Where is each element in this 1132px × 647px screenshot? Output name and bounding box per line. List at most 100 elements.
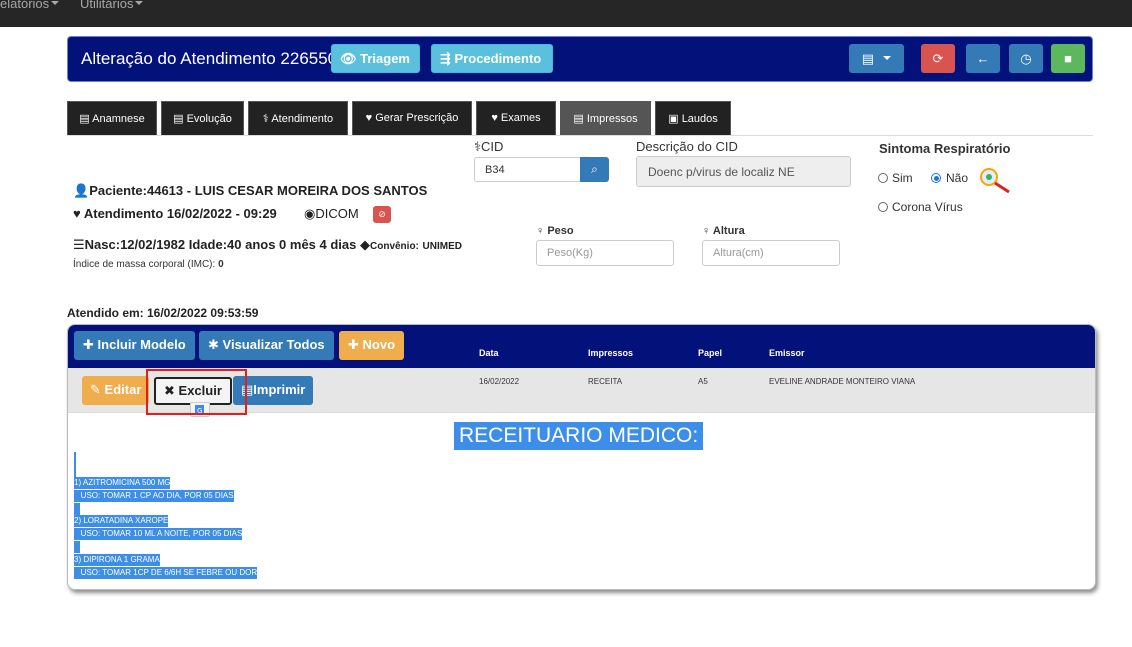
altura-label: Altura xyxy=(712,225,745,237)
list-alt-icon: ▤ xyxy=(173,113,184,125)
cell-emissor: EVELINE ANDRADE MONTEIRO VIANA xyxy=(769,377,916,386)
cid-input[interactable]: B34 xyxy=(474,157,581,182)
tab-evolucao-label: Evolução xyxy=(186,113,232,125)
altura-input[interactable]: Altura(cm) xyxy=(702,240,840,266)
tab-laudos-label: Laudos xyxy=(681,113,718,125)
dicom-remove-button[interactable]: ⊘ xyxy=(373,206,391,223)
refresh-button[interactable]: ⟳ xyxy=(921,44,955,73)
atendido-em: Atendido em: 16/02/2022 09:53:59 xyxy=(67,306,259,320)
dicom-link[interactable]: ◉DICOM xyxy=(304,206,359,222)
novo-label: Novo xyxy=(362,337,396,352)
cell-data: 16/02/2022 xyxy=(479,377,520,386)
visualizar-todos-label: Visualizar Todos xyxy=(222,337,325,352)
triagem-button[interactable]: 👁 Triagem xyxy=(331,44,420,73)
rx-item-1-name: 1) AZITROMICINA 500 MG xyxy=(74,477,171,489)
tab-anamnese-label: Anamnese xyxy=(92,113,145,125)
sintoma-sim-label: Sim xyxy=(892,171,913,185)
editar-button[interactable]: ✎ Editar xyxy=(82,376,150,405)
back-button[interactable]: ← xyxy=(966,44,1000,73)
cell-impressos: RECEITA xyxy=(588,377,623,386)
arrow-left-icon: ← xyxy=(976,51,990,66)
rx-item-3-uso: USO: TOMAR 1CP DE 6/6H SE FEBRE OU DOR xyxy=(74,567,258,579)
rx-item-2-name: 2) LORATADINA XAROPE xyxy=(74,515,169,527)
heart-icon: ♥ xyxy=(365,112,373,124)
desc-cid-label: Descrição do CID xyxy=(636,139,738,154)
sintoma-nao-radio[interactable] xyxy=(931,173,941,183)
procedimento-label: Procedimento xyxy=(454,51,542,66)
nav-utilitarios[interactable]: Utilitários xyxy=(80,0,144,11)
heartbeat-icon: ♥ xyxy=(491,112,498,124)
video-button[interactable]: ■ xyxy=(1051,44,1085,73)
tab-exames[interactable]: ♥ Exames xyxy=(476,101,556,135)
nav-relatorios[interactable]: elatórios xyxy=(0,0,60,11)
user-icon: 👤 xyxy=(73,183,90,198)
clock-icon: ◷ xyxy=(1020,51,1032,66)
altura-label-wrap: ♀ Altura xyxy=(702,225,745,237)
caret-down-icon xyxy=(135,1,144,5)
tab-atendimento[interactable]: ⚕ Atendimento xyxy=(248,101,348,135)
video-camera-icon: ■ xyxy=(1064,51,1072,66)
imc-value: 0 xyxy=(218,259,224,270)
imc-label: Índice de massa corporal (IMC): xyxy=(73,259,216,270)
sintoma-nao-label: Não xyxy=(946,171,969,185)
tab-anamnese[interactable]: ▤ Anamnese xyxy=(67,101,157,135)
triagem-label: Triagem xyxy=(360,51,410,66)
visualizar-todos-button[interactable]: ✱ Visualizar Todos xyxy=(199,331,334,360)
desc-cid-field: Doenc p/virus de localiz NE xyxy=(636,156,851,187)
caret-down-icon xyxy=(883,56,892,60)
tag-icon: ◆ xyxy=(360,237,370,252)
peso-label-wrap: ♀ Peso xyxy=(536,225,574,237)
tab-gerar-prescricao[interactable]: ♥ Gerar Prescrição xyxy=(352,101,472,135)
list-icon: ☰ xyxy=(73,237,85,252)
incluir-modelo-button[interactable]: ✚ Incluir Modelo xyxy=(74,331,195,360)
panel-header: ✚ Incluir Modelo ✱ Visualizar Todos ✚ No… xyxy=(68,325,1095,368)
imc-line: Índice de massa corporal (IMC): 0 xyxy=(73,259,224,270)
tab-atendimento-label: Atendimento xyxy=(271,113,334,125)
cid-search-button[interactable]: ⌕ xyxy=(580,157,609,182)
tab-impressos[interactable]: ▤ Impressos xyxy=(560,101,651,135)
corona-virus-radio[interactable] xyxy=(878,202,888,212)
history-button[interactable]: ◷ xyxy=(1009,44,1043,73)
convenio-label: Convênio: xyxy=(370,241,419,252)
virus-magnifier-icon xyxy=(976,165,1016,195)
editar-label: Editar xyxy=(104,382,142,397)
tab-exames-label: Exames xyxy=(500,112,541,124)
cid-label: CID xyxy=(481,139,504,154)
paciente-line: 👤Paciente:44613 - LUIS CESAR MOREIRA DOS… xyxy=(73,183,427,199)
printer-icon: ▤ xyxy=(861,51,875,66)
rx-item-2-uso: USO: TOMAR 10 ML A NOITE, POR 05 DIAS xyxy=(74,528,243,540)
heart-icon: ♥ xyxy=(73,206,81,221)
col-data: Data xyxy=(479,348,499,358)
paciente-text: Paciente:44613 - LUIS CESAR MOREIRA DOS … xyxy=(89,183,428,198)
peso-input[interactable]: Peso(Kg) xyxy=(536,240,674,266)
asterisk-icon: ✱ xyxy=(208,337,219,352)
tab-impressos-label: Impressos xyxy=(586,113,638,125)
procedimento-button[interactable]: ⇶ Procedimento xyxy=(431,44,553,73)
briefcase-icon: ▣ xyxy=(668,113,679,125)
top-navbar: elatórios Utilitários xyxy=(0,0,1132,27)
rx-item-3-name: 3) DIPIRONA 1 GRAMA xyxy=(74,554,160,566)
rx-spacer xyxy=(74,541,80,553)
nasc-line: ☰Nasc:12/02/1982 Idade:40 anos 0 mês 4 d… xyxy=(73,237,462,253)
rx-item-1-uso: USO: TOMAR 1 CP AO DIA, POR 05 DIAS xyxy=(74,490,234,502)
selection-highlight xyxy=(146,369,247,415)
print-dropdown-button[interactable]: ▤ xyxy=(849,44,904,73)
eye-icon: ◉ xyxy=(304,206,316,221)
peso-label: Peso xyxy=(547,225,574,237)
rx-spacer xyxy=(74,503,80,515)
tab-gerar-prescricao-label: Gerar Prescrição xyxy=(375,112,459,124)
sintoma-sim-radio[interactable] xyxy=(878,173,888,183)
nasc-text: Nasc:12/02/1982 Idade:40 anos 0 mês 4 di… xyxy=(84,237,357,252)
col-impressos: Impressos xyxy=(588,348,634,358)
tab-laudos[interactable]: ▣ Laudos xyxy=(655,101,731,135)
cell-papel: A5 xyxy=(698,377,708,386)
plus-icon: ✚ xyxy=(348,337,359,352)
novo-button[interactable]: ✚ Novo xyxy=(339,331,405,360)
table-row[interactable]: ✎ Editar ▤Imprimir ✖ Excluir G 16/02/202… xyxy=(68,368,1095,417)
list-icon: ⇶ xyxy=(440,51,451,66)
tab-evolucao[interactable]: ▤ Evolução xyxy=(161,101,244,135)
stethoscope-icon: ⚕ xyxy=(474,139,482,154)
convenio-value: UNIMED xyxy=(422,241,462,252)
cid-label-wrap: ⚕CID xyxy=(474,139,503,155)
receituario-title: RECEITUARIO MEDICO: xyxy=(454,422,704,450)
